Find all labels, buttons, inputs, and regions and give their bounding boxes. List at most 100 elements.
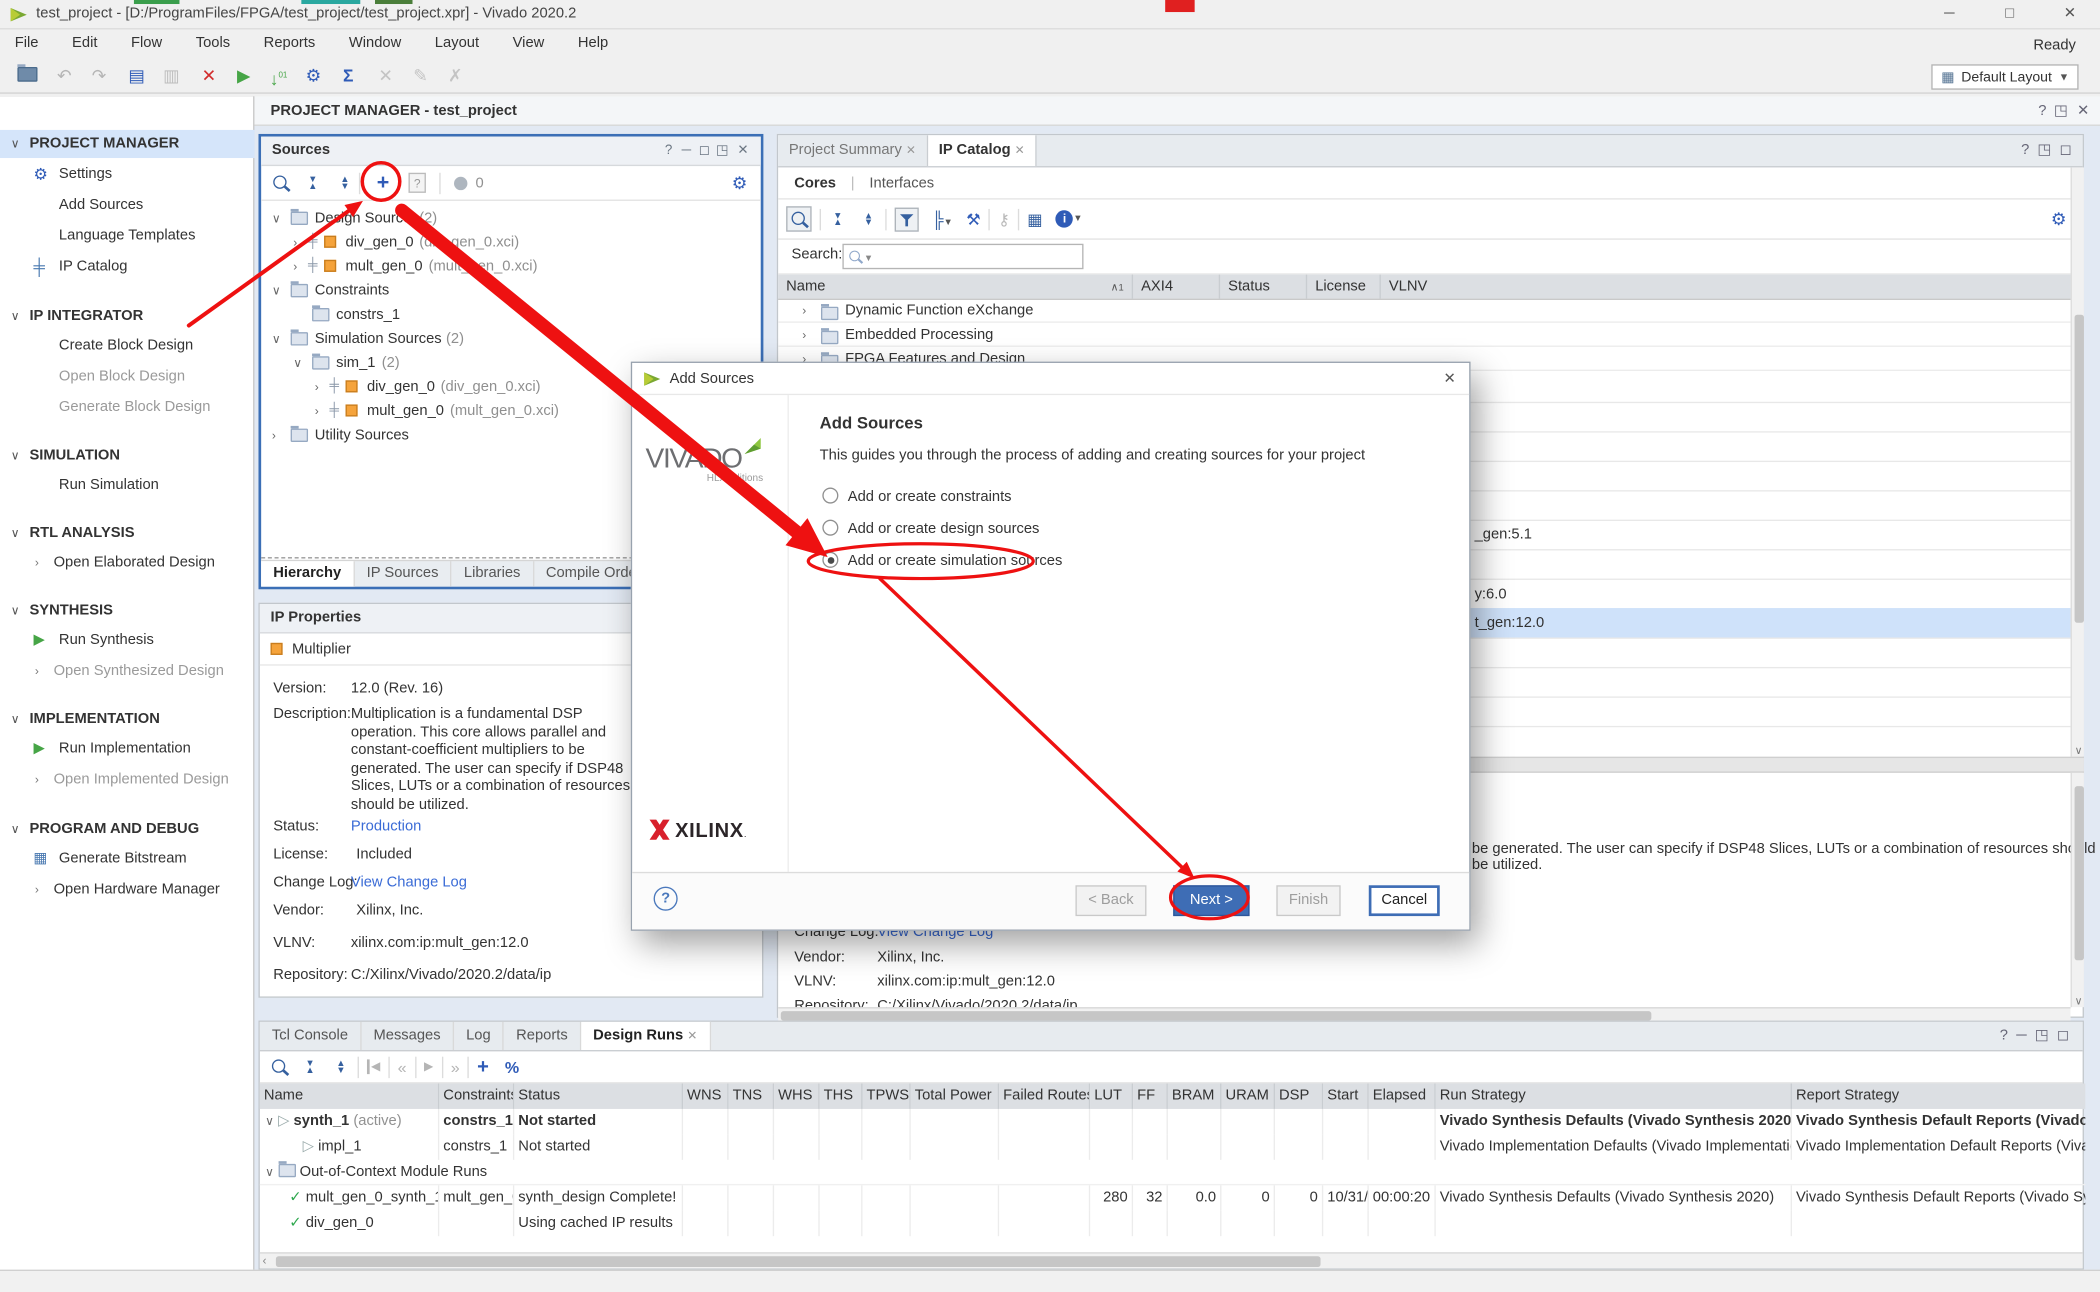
dialog-title-bar[interactable]: Add Sources ✕ <box>632 363 1469 395</box>
col-name[interactable]: Name <box>260 1083 439 1108</box>
nav-ip-catalog[interactable]: ╪IP Catalog <box>0 253 254 280</box>
step-icon[interactable]: ↓01 <box>265 64 292 88</box>
nav-open-elaborated-design[interactable]: ›Open Elaborated Design <box>0 549 254 576</box>
menu-file[interactable]: File <box>0 29 53 56</box>
horizontal-scrollbar[interactable] <box>778 1007 2070 1020</box>
rewind-icon[interactable]: « <box>398 1057 407 1076</box>
float-icon[interactable]: ◳ <box>2035 1027 2049 1043</box>
col-tpws[interactable]: TPWS <box>863 1083 911 1108</box>
search-icon[interactable] <box>271 1058 288 1075</box>
finish-button[interactable]: Finish <box>1276 885 1340 916</box>
menu-flow[interactable]: Flow <box>116 29 177 56</box>
col-ff[interactable]: FF <box>1133 1083 1168 1108</box>
tab-hierarchy[interactable]: Hierarchy <box>261 561 354 586</box>
play-icon[interactable]: ▶ <box>424 1059 433 1074</box>
menu-edit[interactable]: Edit <box>57 29 112 56</box>
tab-design-runs[interactable]: Design Runs ✕ <box>581 1022 711 1050</box>
caret-right-icon[interactable]: › <box>293 230 297 254</box>
menu-layout[interactable]: Layout <box>420 29 494 56</box>
nav-open-block-design[interactable]: Open Block Design <box>0 363 254 390</box>
collapse-all-icon[interactable] <box>304 174 321 191</box>
nav-generate-block-design[interactable]: Generate Block Design <box>0 394 254 421</box>
collapse-all-icon[interactable] <box>301 1058 318 1075</box>
add-sources-icon[interactable]: + <box>371 171 395 195</box>
nav-open-implemented-design[interactable]: ›Open Implemented Design <box>0 766 254 793</box>
col-start[interactable]: Start <box>1323 1083 1369 1108</box>
caret-right-icon[interactable]: › <box>315 399 319 423</box>
col-ths[interactable]: THS <box>820 1083 863 1108</box>
caret-right-icon[interactable]: › <box>293 254 297 278</box>
col-status[interactable]: Status <box>514 1083 683 1108</box>
tab-ip-catalog[interactable]: IP Catalog ✕ <box>927 135 1037 166</box>
tree-item-constrs1[interactable]: constrs_1 <box>261 303 757 327</box>
caret-down-icon[interactable]: ∨ <box>272 206 281 230</box>
section-synthesis[interactable]: ∨SYNTHESIS <box>0 597 254 624</box>
maximize-icon[interactable]: ◻ <box>699 137 710 165</box>
col-total-power[interactable]: Total Power <box>911 1083 999 1108</box>
run-icon[interactable]: ▶ <box>230 64 257 88</box>
scroll-down-icon[interactable]: ∨ <box>2072 995 2085 1007</box>
settings-gear-icon[interactable]: ⚙ <box>300 64 327 88</box>
clear-icon[interactable]: ✗ <box>442 64 469 88</box>
close-icon[interactable]: ✕ <box>2077 96 2089 125</box>
column-axi4[interactable]: AXI4 <box>1133 275 1220 299</box>
expand-all-icon[interactable] <box>336 174 353 191</box>
section-simulation[interactable]: ∨SIMULATION <box>0 442 254 469</box>
menu-view[interactable]: View <box>498 29 559 56</box>
tab-log[interactable]: Log <box>454 1022 504 1050</box>
col-lut[interactable]: LUT <box>1090 1083 1133 1108</box>
caret-down-icon[interactable]: ∨ <box>272 279 281 303</box>
column-license[interactable]: License <box>1307 275 1381 299</box>
caret-down-icon[interactable]: ∨ <box>265 1165 274 1178</box>
section-ip-integrator[interactable]: ∨IP INTEGRATOR <box>0 303 254 330</box>
run-row-div-gen[interactable]: ✓ div_gen_0 Using cached IP results <box>260 1211 2085 1236</box>
column-name[interactable]: Name∧1 <box>778 275 1133 299</box>
minimize-icon[interactable]: ─ <box>1919 0 1979 28</box>
tab-libraries[interactable]: Libraries <box>452 561 534 586</box>
scroll-left-icon[interactable]: ‹ <box>263 1254 267 1267</box>
float-icon[interactable]: ◳ <box>716 137 729 165</box>
search-icon[interactable] <box>272 174 289 191</box>
help-icon[interactable]: ? <box>2038 96 2046 125</box>
create-runs-icon[interactable]: + <box>477 1055 489 1078</box>
col-run-strategy[interactable]: Run Strategy <box>1436 1083 1792 1108</box>
caret-right-icon[interactable]: › <box>272 423 276 447</box>
col-whs[interactable]: WHS <box>774 1083 820 1108</box>
close-icon[interactable]: ✕ <box>687 1029 697 1042</box>
run-row-synth1[interactable]: ∨ ▷ synth_1 (active) constrs_1 Not start… <box>260 1109 2085 1134</box>
customize-wrench-icon[interactable]: ⚒ <box>966 210 980 229</box>
float-icon[interactable]: ◳ <box>2038 142 2052 158</box>
col-elapsed[interactable]: Elapsed <box>1369 1083 1436 1108</box>
missing-sources-icon[interactable]: ? <box>408 173 425 193</box>
help-icon[interactable]: ? <box>2021 142 2029 158</box>
option-design-sources[interactable]: Add or create design sources <box>822 520 1039 537</box>
first-step-icon[interactable]: ◀ <box>367 1059 380 1074</box>
tab-messages[interactable]: Messages <box>361 1022 454 1050</box>
device-chip-icon[interactable]: ▦ <box>1027 210 1042 229</box>
col-constraints[interactable]: Constraints <box>439 1083 514 1108</box>
info-icon[interactable]: i <box>1056 210 1073 227</box>
float-icon[interactable]: ◳ <box>2054 96 2068 125</box>
nav-run-simulation[interactable]: Run Simulation <box>0 471 254 498</box>
forward-icon[interactable]: » <box>451 1057 460 1076</box>
minimize-icon[interactable]: ─ <box>682 137 692 165</box>
undo-icon[interactable]: ↶ <box>51 64 78 88</box>
tree-item-constraints[interactable]: ∨ Constraints <box>261 279 757 303</box>
tree-item-design-sources[interactable]: ∨ Design Sources(2) <box>261 206 757 230</box>
radio-selected-icon[interactable] <box>822 552 838 568</box>
expand-all-icon[interactable] <box>332 1058 349 1075</box>
minimize-icon[interactable]: ─ <box>2016 1027 2026 1043</box>
nav-open-hardware-manager[interactable]: ›Open Hardware Manager <box>0 876 254 903</box>
column-status[interactable]: Status <box>1220 275 1307 299</box>
nav-settings[interactable]: ⚙Settings <box>0 161 254 188</box>
col-wns[interactable]: WNS <box>683 1083 729 1108</box>
search-icon[interactable] <box>786 206 811 231</box>
close-icon[interactable]: ✕ <box>1015 143 1025 156</box>
col-dsp[interactable]: DSP <box>1275 1083 1323 1108</box>
run-row-mult-gen-synth[interactable]: ✓ mult_gen_0_synth_1 mult_gen_0 synth_de… <box>260 1185 2085 1210</box>
next-button[interactable]: Next > <box>1173 885 1249 916</box>
section-rtl-analysis[interactable]: ∨RTL ANALYSIS <box>0 520 254 547</box>
layout-selector[interactable]: ▦Default Layout▼ <box>1932 64 2079 89</box>
maximize-icon[interactable]: □ <box>1979 0 2039 28</box>
cancel-button[interactable]: Cancel <box>1369 885 1440 916</box>
